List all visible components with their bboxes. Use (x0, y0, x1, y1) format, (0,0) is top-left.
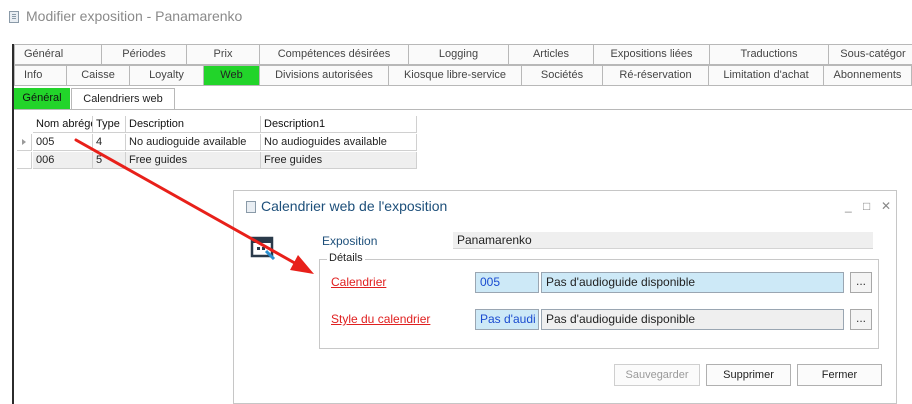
save-button[interactable]: Sauvegarder (614, 364, 700, 386)
style-code-field[interactable]: Pas d'audi (475, 309, 539, 330)
column-header[interactable]: Description1 (261, 116, 417, 133)
tab-prix[interactable]: Prix (186, 44, 260, 64)
table-cell[interactable]: 5 (93, 152, 126, 169)
details-legend: Détails (327, 252, 365, 264)
tab-divisions-autorisees[interactable]: Divisions autorisées (259, 65, 389, 85)
exhibit-calendar-icon (250, 236, 276, 260)
tab-societes[interactable]: Sociétés (521, 65, 603, 85)
row-indicator (17, 152, 32, 169)
tab-periodes[interactable]: Périodes (101, 44, 187, 64)
table-cell[interactable]: Free guides (261, 152, 417, 169)
tab-general[interactable]: Général (14, 44, 102, 64)
subtab-general[interactable]: Général (14, 88, 70, 110)
sub-tabs: Général Calendriers web (14, 88, 912, 110)
tab-competences-desirees[interactable]: Compétences désirées (259, 44, 409, 64)
style-description-field[interactable]: Pas d'audioguide disponible (541, 309, 844, 330)
tab-info[interactable]: Info (14, 65, 67, 85)
tab-logging[interactable]: Logging (408, 44, 509, 64)
tab-limitation-achat[interactable]: Limitation d'achat (708, 65, 824, 85)
tab-loyalty[interactable]: Loyalty (129, 65, 204, 85)
window-icon (246, 201, 256, 213)
maximize-button[interactable]: □ (863, 199, 870, 213)
subtab-divider (14, 109, 912, 110)
table-cell[interactable]: Free guides (126, 152, 261, 169)
calendrier-description-field[interactable]: Pas d'audioguide disponible (541, 272, 844, 293)
dialog-title: Calendrier web de l'exposition (261, 198, 448, 214)
close-button[interactable]: Fermer (797, 364, 882, 386)
tab-expositions-liees[interactable]: Expositions liées (593, 44, 710, 64)
close-window-button[interactable]: ✕ (881, 199, 891, 213)
calendrier-link[interactable]: Calendrier (331, 275, 386, 289)
window-title: Modifier exposition - Panamarenko (26, 8, 243, 24)
tab-sous-categories[interactable]: Sous-catégor (828, 44, 912, 64)
delete-button[interactable]: Supprimer (706, 364, 791, 386)
table-row[interactable]: 005 4 No audioguide available No audiogu… (17, 134, 417, 151)
table-cell[interactable]: 4 (93, 134, 126, 151)
tab-caisse[interactable]: Caisse (66, 65, 130, 85)
table-row[interactable]: 006 5 Free guides Free guides (17, 152, 417, 169)
calendar-dialog: Calendrier web de l'exposition _ □ ✕ Exp… (233, 190, 897, 404)
tab-re-reservation[interactable]: Ré-réservation (602, 65, 709, 85)
row-pointer-icon (17, 134, 32, 151)
style-ellipsis-button[interactable]: ... (850, 309, 872, 330)
tab-kiosque-libre-service[interactable]: Kiosque libre-service (388, 65, 522, 85)
tab-abonnements[interactable]: Abonnements (823, 65, 912, 85)
minimize-button[interactable]: _ (845, 199, 852, 213)
table-cell[interactable]: 005 (33, 134, 93, 151)
grid-header: Nom abrégé Type Description Description1 (17, 116, 417, 133)
tab-articles[interactable]: Articles (508, 44, 594, 64)
column-header[interactable]: Type (93, 116, 126, 133)
tab-web[interactable]: Web (203, 65, 260, 85)
window-titlebar: Modifier exposition - Panamarenko (0, 0, 912, 36)
table-cell[interactable]: No audioguides available (261, 134, 417, 151)
column-header[interactable]: Description (126, 116, 261, 133)
exposition-value: Panamarenko (453, 232, 873, 249)
exposition-label: Exposition (322, 234, 378, 248)
subtab-calendriers-web[interactable]: Calendriers web (71, 88, 175, 110)
table-cell[interactable]: No audioguide available (126, 134, 261, 151)
tab-row-1: Général Périodes Prix Compétences désiré… (14, 44, 912, 65)
calendrier-code-field[interactable]: 005 (475, 272, 539, 293)
tab-row-2: Info Caisse Loyalty Web Divisions autori… (14, 65, 912, 86)
style-calendrier-link[interactable]: Style du calendrier (331, 312, 430, 326)
tab-traductions[interactable]: Traductions (709, 44, 829, 64)
table-cell[interactable]: 006 (33, 152, 93, 169)
window-icon (9, 11, 19, 23)
column-header[interactable]: Nom abrégé (33, 116, 93, 133)
calendrier-ellipsis-button[interactable]: ... (850, 272, 872, 293)
